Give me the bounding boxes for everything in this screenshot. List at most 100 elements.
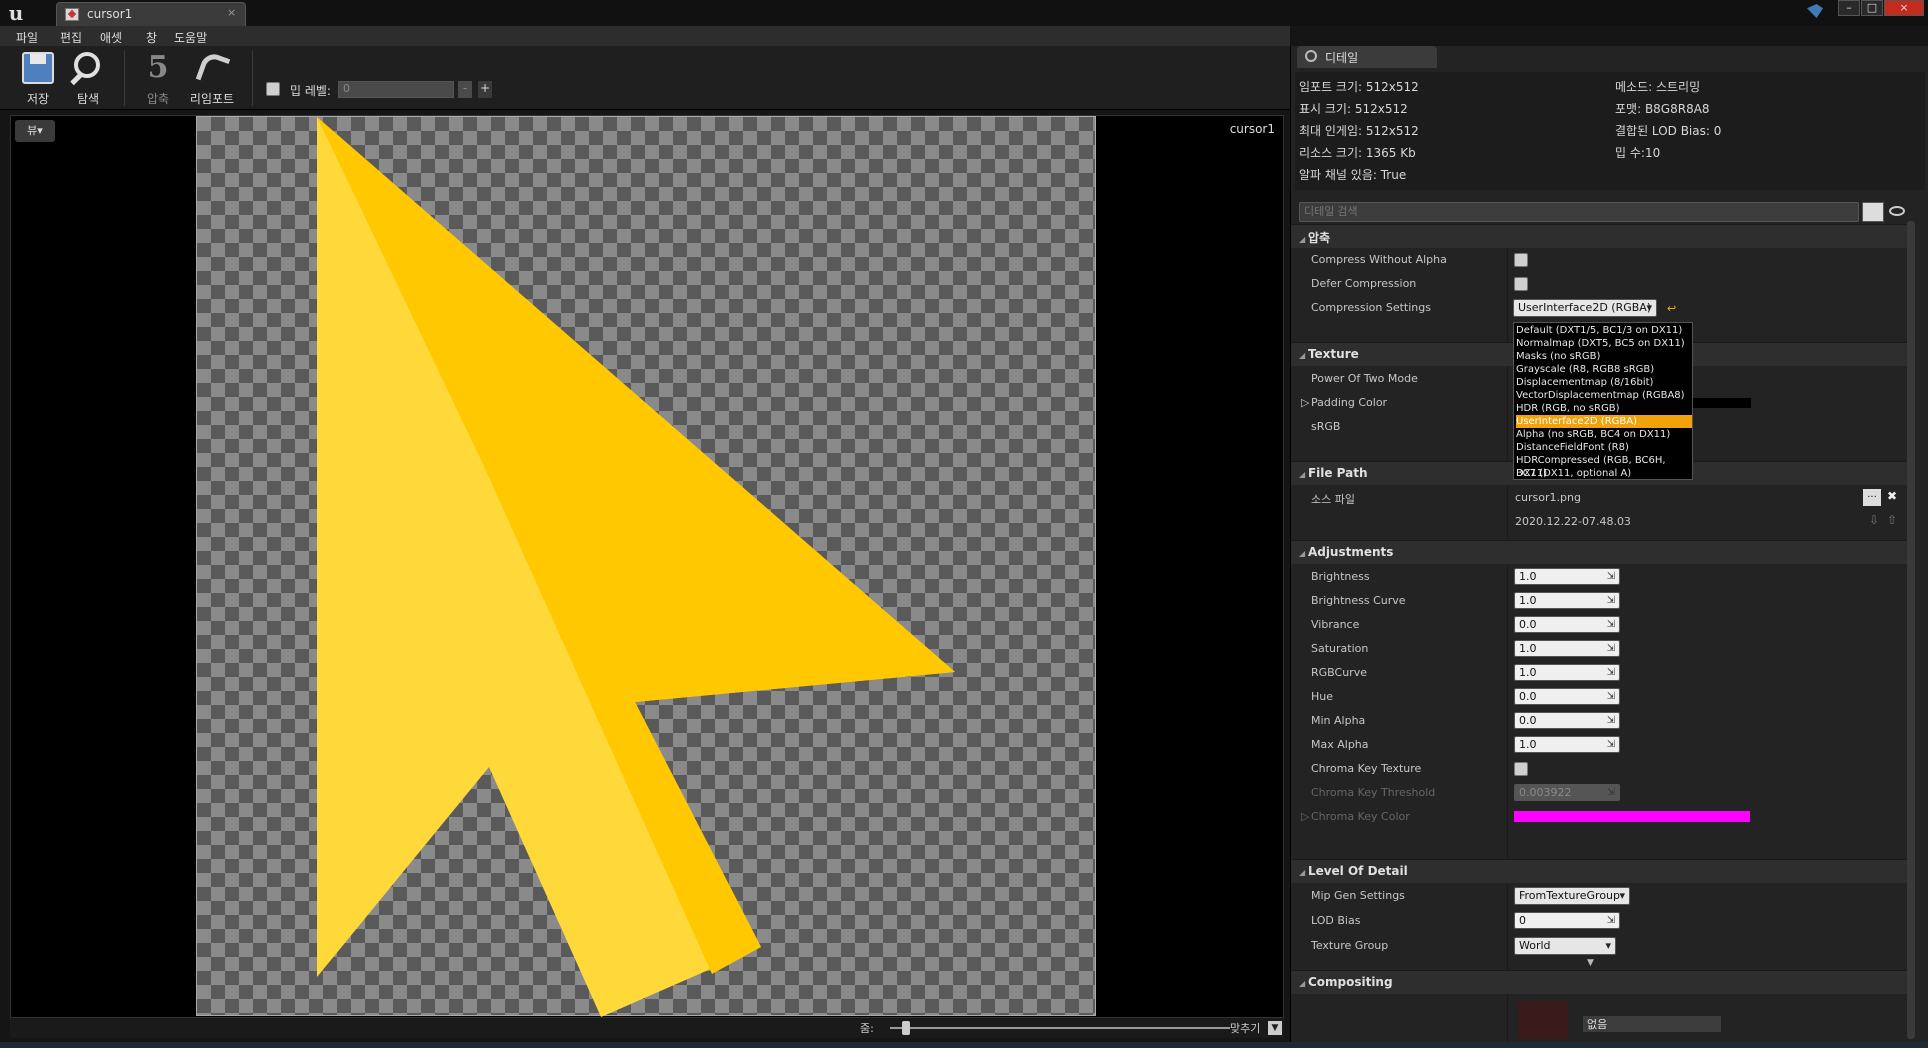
mip-level-input[interactable]: 0 — [338, 81, 454, 98]
zoom-slider-handle[interactable] — [902, 1021, 910, 1035]
category-level-of-detail[interactable]: Level Of Detail — [1291, 859, 1911, 883]
composite-texture-dropdown[interactable]: 없음 — [1583, 1016, 1721, 1032]
zoom-slider-track[interactable] — [890, 1027, 1230, 1029]
row-chroma-key-threshold: Chroma Key Threshold 0.003922 — [1291, 781, 1911, 805]
compression-option[interactable]: DistanceFieldFont (R8) — [1516, 441, 1692, 454]
compression-option[interactable]: HDRCompressed (RGB, BC6H, DX11) — [1516, 454, 1692, 479]
browse-file-button[interactable]: ... — [1863, 489, 1881, 506]
compression-option[interactable]: Displacementmap (8/16bit) — [1516, 376, 1692, 389]
maximize-button[interactable]: □ — [1861, 0, 1883, 16]
expand-arrow-icon[interactable]: ▷ — [1301, 396, 1309, 409]
mip-minus-button[interactable]: - — [458, 81, 472, 98]
move-up-icon[interactable]: ⇧ — [1887, 513, 1897, 527]
menu-help[interactable]: 도움말 — [174, 29, 207, 46]
row-vibrance: Vibrance 0.0 — [1291, 613, 1911, 637]
compression-option[interactable]: VectorDisplacementmap (RGBA8) — [1516, 389, 1692, 402]
reimport-icon — [195, 50, 231, 88]
eye-icon[interactable] — [1889, 206, 1905, 216]
brightness-curve-input[interactable]: 1.0 — [1514, 592, 1620, 609]
advanced-expand-icon[interactable]: ▼ — [1587, 958, 1594, 968]
feedback-icon[interactable] — [1807, 4, 1823, 18]
reimport-label: 리임포트 — [189, 92, 235, 106]
padding-color-swatch[interactable] — [1691, 398, 1751, 408]
menu-asset[interactable]: 애셋 — [100, 29, 122, 46]
saturation-input[interactable]: 1.0 — [1514, 640, 1620, 657]
max-alpha-input[interactable]: 1.0 — [1514, 736, 1620, 753]
category-adjustments[interactable]: Adjustments — [1291, 540, 1911, 564]
chroma-key-texture-checkbox[interactable] — [1514, 762, 1528, 776]
clear-file-icon[interactable]: ✖ — [1887, 489, 1897, 503]
compress-without-alpha-checkbox[interactable] — [1514, 253, 1528, 267]
fit-dropdown-icon[interactable]: ▼ — [1268, 1021, 1282, 1035]
row-timestamp: 2020.12.22-07.48.03 ⇩ ⇧ — [1291, 510, 1911, 534]
fit-label[interactable]: 맞추기 — [1230, 1020, 1260, 1036]
mip-checkbox[interactable] — [266, 82, 280, 96]
tab-label: cursor1 — [87, 7, 133, 21]
brightness-input[interactable]: 1.0 — [1514, 568, 1620, 585]
row-lod-bias: LOD Bias 0 — [1291, 909, 1911, 933]
row-mip-gen-settings: Mip Gen Settings FromTextureGroup — [1291, 884, 1911, 908]
label: Saturation — [1311, 642, 1369, 655]
compression-option[interactable]: Grayscale (R8, RGB8 sRGB) — [1516, 363, 1692, 376]
category-compression[interactable]: 압축 — [1291, 224, 1911, 248]
info-resource-size: 리소스 크기: 1365 Kb — [1299, 146, 1416, 160]
details-scrollbar[interactable] — [1907, 221, 1915, 1039]
compression-option[interactable]: Default (DXT1/5, BC1/3 on DX11) — [1516, 324, 1692, 337]
label: Power Of Two Mode — [1311, 372, 1418, 385]
info-import-size: 임포트 크기: 512x512 — [1299, 80, 1419, 94]
compression-option[interactable]: Masks (no sRGB) — [1516, 350, 1692, 363]
label: Padding Color — [1311, 396, 1388, 409]
row-compression-settings: Compression Settings UserInterface2D (RG… — [1291, 296, 1911, 320]
vibrance-input[interactable]: 0.0 — [1514, 616, 1620, 633]
compression-option[interactable]: HDR (RGB, no sRGB) — [1516, 402, 1692, 415]
row-texture-group: Texture Group World — [1291, 934, 1911, 958]
details-tab[interactable]: 디테일 — [1297, 46, 1437, 68]
tab-close-icon[interactable]: × — [227, 6, 236, 19]
info-max-ingame: 최대 인게임: 512x512 — [1299, 124, 1419, 138]
min-alpha-input[interactable]: 0.0 — [1514, 712, 1620, 729]
zoom-bar: 줌: 맞추기 ▼ — [10, 1018, 1284, 1038]
compression-option-selected[interactable]: UserInterface2D (RGBA) — [1516, 415, 1692, 428]
label: Compress Without Alpha — [1311, 253, 1447, 266]
texture-viewport[interactable]: 뷰▾ cursor1 — [10, 115, 1284, 1018]
label: Brightness Curve — [1311, 594, 1406, 607]
defer-compression-checkbox[interactable] — [1514, 277, 1528, 291]
unreal-logo-icon[interactable]: u — [4, 2, 28, 24]
rgb-curve-input[interactable]: 1.0 — [1514, 664, 1620, 681]
browse-button[interactable]: 탐색 — [58, 48, 118, 106]
lod-bias-input[interactable]: 0 — [1514, 912, 1620, 929]
details-search-input[interactable] — [1299, 202, 1859, 222]
hue-input[interactable]: 0.0 — [1514, 688, 1620, 705]
view-menu-button[interactable]: 뷰▾ — [15, 120, 55, 142]
composite-texture-thumbnail[interactable] — [1517, 1000, 1569, 1040]
compression-option[interactable]: Alpha (no sRGB, BC4 on DX11) — [1516, 428, 1692, 441]
view-options-icon[interactable] — [1862, 202, 1884, 222]
reimport-button[interactable]: 리임포트 — [182, 48, 242, 106]
compression-option[interactable]: Normalmap (DXT5, BC5 on DX11) — [1516, 337, 1692, 350]
reset-to-default-icon[interactable]: ↩ — [1667, 302, 1676, 315]
row-chroma-key-color: ▷ Chroma Key Color — [1291, 805, 1911, 829]
label: Brightness — [1311, 570, 1370, 583]
menu-edit[interactable]: 편집 — [60, 29, 82, 46]
chroma-key-color-swatch[interactable] — [1514, 811, 1750, 822]
texture-group-dropdown[interactable]: World — [1514, 937, 1616, 955]
menu-file[interactable]: 파일 — [16, 29, 38, 46]
row-chroma-key-texture: Chroma Key Texture — [1291, 757, 1911, 781]
minimize-button[interactable]: – — [1838, 0, 1860, 16]
search-icon — [1305, 50, 1317, 62]
compression-settings-dropdown[interactable]: UserInterface2D (RGBA) — [1513, 299, 1657, 317]
move-down-icon[interactable]: ⇩ — [1869, 513, 1879, 527]
compression-option[interactable]: BC7 (DX11, optional A) — [1516, 467, 1692, 480]
editor-tab[interactable]: cursor1 × — [56, 2, 246, 26]
toolbar: 저장 탐색 5 압축 리임포트 밉 레벨: 0 - + — [0, 46, 1290, 110]
mip-gen-settings-dropdown[interactable]: FromTextureGroup — [1514, 887, 1630, 905]
label: sRGB — [1311, 420, 1341, 433]
timestamp-value: 2020.12.22-07.48.03 — [1515, 515, 1631, 528]
compress-button[interactable]: 5 압축 — [128, 48, 188, 106]
chroma-key-threshold-input[interactable]: 0.003922 — [1514, 784, 1620, 801]
category-compositing[interactable]: Compositing — [1291, 970, 1911, 994]
expand-arrow-icon[interactable]: ▷ — [1301, 810, 1309, 823]
close-button[interactable]: × — [1884, 0, 1924, 16]
menu-window[interactable]: 창 — [146, 29, 157, 46]
mip-plus-button[interactable]: + — [478, 81, 492, 98]
